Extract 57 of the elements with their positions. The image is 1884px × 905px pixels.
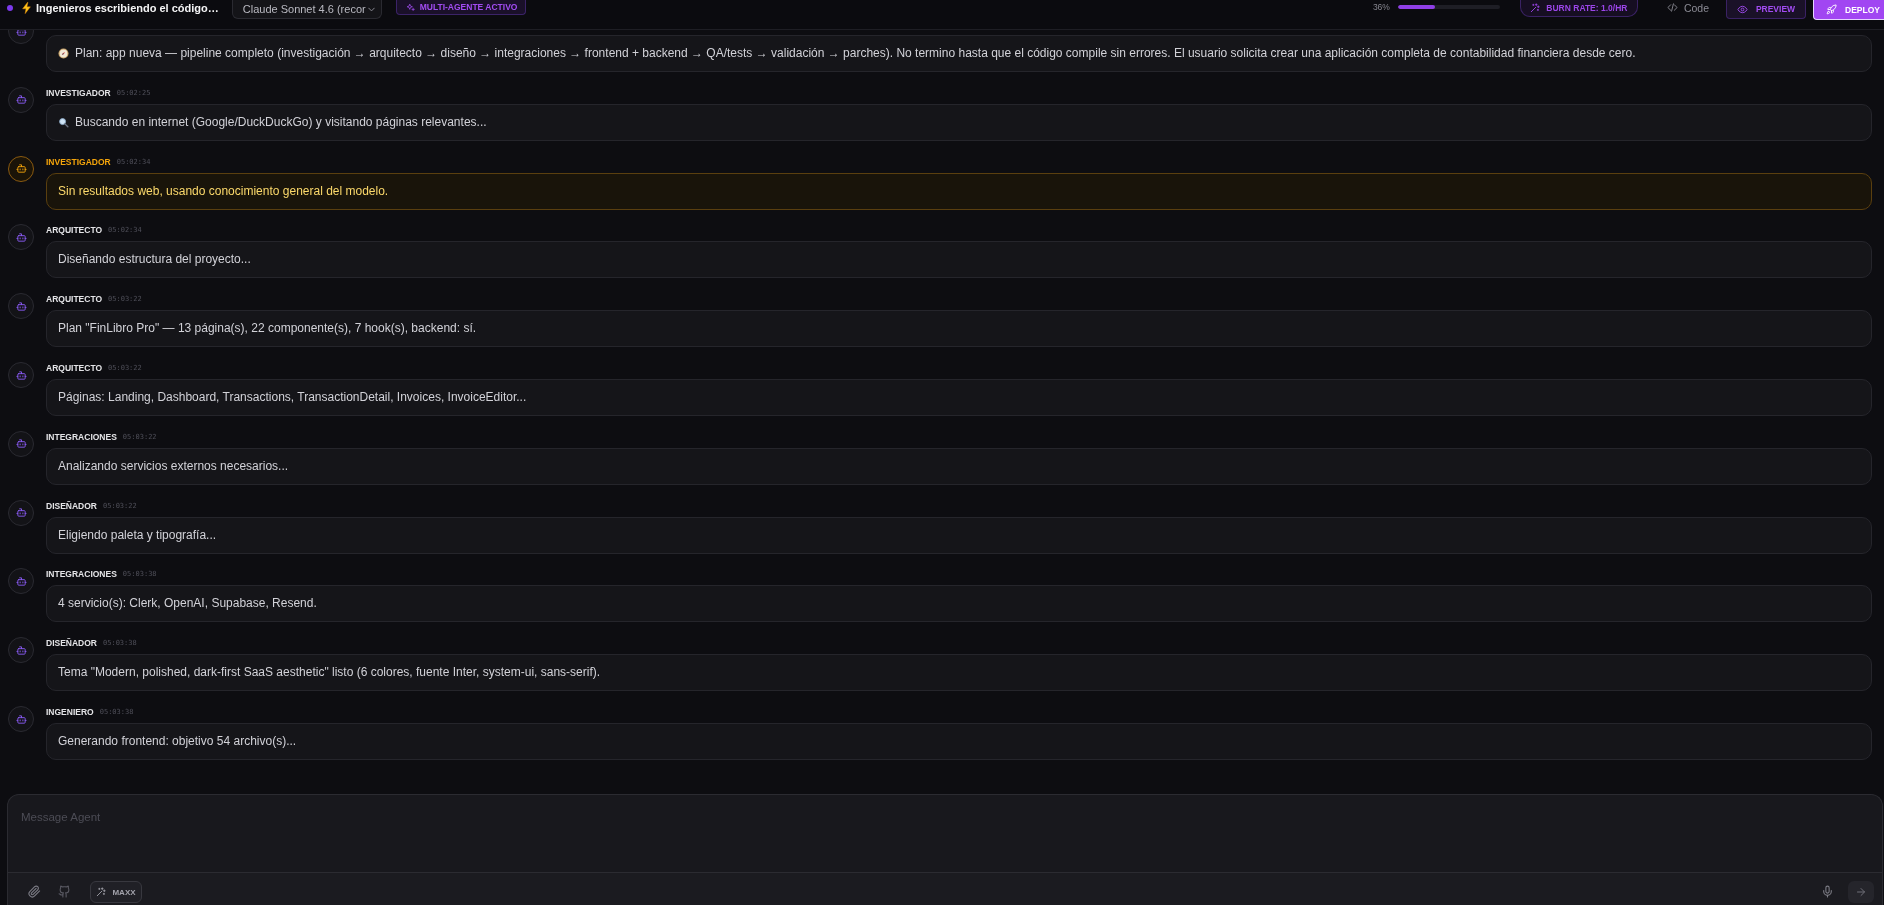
lightning-bolt-icon — [22, 2, 31, 14]
mode-button[interactable]: MAXX — [90, 881, 142, 903]
deploy-button[interactable]: DEPLOY — [1813, 0, 1884, 20]
message-text: Tema "Modern, polished, dark-first SaaS aesthetic" listo (6 colores, fuente Inter, system-ui, sans-serif). — [58, 665, 601, 681]
sparkle-icon — [405, 2, 415, 12]
agent-name: INVESTIGADOR — [46, 87, 111, 98]
agent-name: ARQUITECTO — [46, 225, 103, 236]
send-button[interactable] — [1848, 881, 1874, 903]
mode-label: MULTI-AGENTE ACTIVO — [419, 2, 518, 12]
magic-wand-icon — [1530, 3, 1541, 13]
agent-name: INTEGRACIONES — [46, 569, 117, 580]
robot-avatar-icon — [8, 568, 34, 595]
microphone-icon[interactable] — [1821, 885, 1834, 898]
robot-avatar-icon — [8, 362, 34, 388]
progress-reading: 36% — [1372, 1, 1390, 14]
agent-name: ARQUITECTO — [46, 363, 103, 373]
eye-icon — [1736, 3, 1748, 15]
preview-button[interactable]: PREVIEW — [1726, 0, 1806, 19]
task-title: Ingenieros escribiendo el código… — [36, 1, 219, 16]
message-text: 4 servicio(s): Clerk, OpenAI, Supabase, Resend. — [58, 596, 317, 612]
robot-avatar-icon — [8, 293, 34, 320]
message-text: Plan: app nueva — pipeline completo (investigación → arquitecto → diseño → integraciones → frontend + backend → QA/tests → validación → parches). No termino hasta que el código compile sin errores. El usuario solicita crear una aplicación completa de contabilidad financiera desde cero. — [75, 46, 1636, 62]
robot-avatar-icon — [8, 86, 34, 113]
message-text: Páginas: Landing, Dashboard, Transactions, TransactionDetail, Invoices, InvoiceEditor... — [58, 390, 527, 405]
model-select[interactable]: Claude Sonnet 4.6 (recor — [231, 0, 382, 19]
message-text: Buscando en internet (Google/DuckDuckGo) y visitando páginas relevantes... — [75, 114, 487, 130]
robot-avatar-icon — [8, 224, 34, 251]
status-dot-icon — [7, 5, 13, 11]
agent-name: INTEGRACIONES — [46, 431, 117, 442]
burn-rate-label: BURN RATE: 1.0/HR — [1546, 3, 1628, 13]
paperclip-icon[interactable] — [28, 885, 41, 898]
robot-avatar-icon — [8, 155, 34, 182]
message-text: Analizando servicios externos necesarios... — [58, 458, 289, 474]
search-icon — [58, 116, 69, 128]
message-text: Generando frontend: objetivo 54 archivo(s)... — [58, 734, 297, 749]
agent-name: DISEÑADOR — [46, 500, 97, 511]
robot-avatar-icon — [8, 637, 34, 664]
compass-icon — [58, 48, 69, 60]
chevron-down-icon — [367, 6, 375, 12]
message-text: Diseñando estructura del proyecto... — [58, 252, 251, 268]
agent-name: INGENIERO — [46, 707, 94, 717]
robot-avatar-icon — [8, 430, 34, 457]
code-button[interactable]: Code — [1666, 0, 1709, 15]
message-text: Sin resultados web, usando conocimiento general del modelo. — [58, 183, 389, 199]
code-icon — [1666, 2, 1678, 13]
magic-wand-icon — [96, 887, 107, 897]
arrow-right-icon — [1855, 886, 1867, 898]
robot-avatar-icon — [8, 499, 34, 526]
robot-avatar-icon — [8, 706, 34, 732]
message-text: Plan "FinLibro Pro" — 13 página(s), 22 componente(s), 7 hook(s), backend: sí. — [58, 321, 477, 337]
agent-name: ARQUITECTO — [46, 294, 103, 305]
agent-name: INVESTIGADOR — [46, 156, 111, 167]
message-field[interactable]: Message Agent — [7, 794, 1883, 872]
agent-name: DISEÑADOR — [46, 638, 97, 649]
github-icon[interactable] — [58, 885, 71, 898]
message-text: Eligiendo paleta y tipografía... — [58, 527, 217, 543]
rocket-icon — [1826, 4, 1837, 15]
